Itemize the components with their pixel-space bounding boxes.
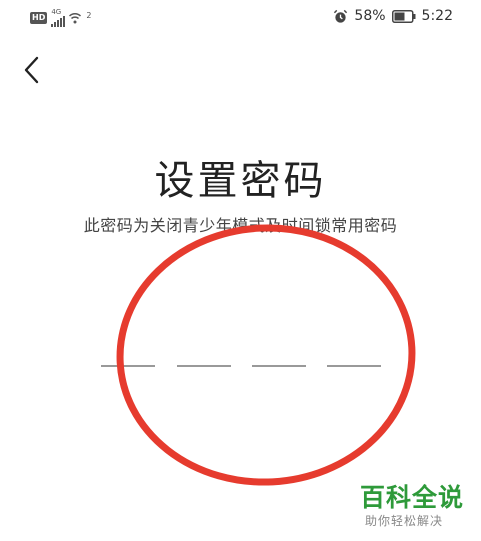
pin-input[interactable] [101, 365, 381, 367]
watermark-subtitle: 助你轻松解决 [365, 514, 444, 528]
page-title: 设置密码 [154, 158, 327, 204]
status-right: 58% 5:22 [333, 8, 453, 24]
pin-slot-1[interactable] [101, 365, 155, 367]
watermark-logo: 百科全说 助你轻松解决 [345, 478, 480, 538]
pin-slot-2[interactable] [177, 365, 231, 367]
network-group: 4G [51, 8, 66, 27]
battery-percent: 58% [354, 8, 386, 24]
page-subtitle: 此密码为关闭青少年模式及时间锁常用密码 [83, 216, 398, 235]
network-label: 4G [51, 8, 62, 16]
status-time: 5:22 [421, 8, 453, 24]
status-bar: HD 4G 2 58% 5:22 [0, 0, 481, 34]
battery-icon [391, 9, 416, 23]
pin-slot-4[interactable] [327, 365, 381, 367]
pin-slot-3[interactable] [252, 365, 306, 367]
alarm-icon [334, 9, 348, 23]
wifi-badge: 2 [86, 10, 92, 20]
chevron-left-icon [24, 56, 39, 84]
status-left: HD 4G 2 [30, 9, 91, 27]
wifi-icon [69, 13, 82, 24]
highlight-circle [116, 224, 416, 486]
back-button[interactable] [18, 55, 48, 85]
signal-icon [51, 16, 66, 27]
hd-badge-icon: HD [30, 12, 48, 24]
watermark-title: 百科全说 [360, 483, 465, 512]
